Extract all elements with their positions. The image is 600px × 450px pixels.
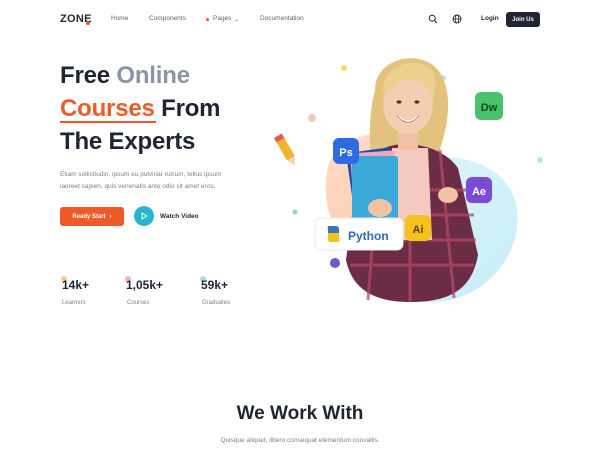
illustrator-badge: Ai <box>405 215 431 241</box>
ready-start-button[interactable]: Ready Start › <box>60 207 124 226</box>
hero-title-line-3: The Experts <box>60 128 196 155</box>
dreamweaver-badge: Dw <box>475 92 503 120</box>
decor-dot <box>341 65 347 71</box>
pencil-icon <box>274 133 295 166</box>
globe-icon[interactable] <box>452 14 462 24</box>
hero-title-word-online: Online <box>116 62 190 89</box>
play-icon <box>141 212 148 220</box>
stat-learners-label: Learners <box>62 300 86 306</box>
join-us-button[interactable]: Join Us <box>506 12 540 27</box>
stat-courses-value: 1,05k+ <box>126 278 164 292</box>
decor-dot <box>537 157 543 163</box>
svg-text:Dw: Dw <box>481 102 498 114</box>
decor-dot <box>308 114 316 122</box>
python-card: Python <box>314 217 404 251</box>
hero-title-word-from: From <box>161 95 221 122</box>
logo-dot <box>86 21 90 25</box>
decor-dot <box>330 258 340 268</box>
python-logo-icon <box>327 226 340 242</box>
decor-dot <box>292 209 298 215</box>
courses-underline <box>60 121 156 123</box>
photoshop-badge: Ps <box>333 138 359 164</box>
hero-illustration: Ps Dw Ae Ai Python <box>274 58 543 303</box>
hero-description-line-2: laoreet sapien, quis venenatis ante odio… <box>60 183 216 190</box>
hero-title-word-courses: Courses <box>60 95 155 122</box>
nav-link-home[interactable]: Home <box>111 15 128 22</box>
we-work-with-subtitle: Quisque aliquet, libero consequat elemen… <box>220 437 380 444</box>
hero-description-line-1: Etiam sollicitudin, ipsum eu pulvinar ru… <box>60 171 222 178</box>
we-work-with-heading: We Work With <box>236 403 364 424</box>
chevron-right-icon: › <box>109 213 112 220</box>
top-navbar: ZONE Home Components Pages ⌄ Documentati… <box>0 0 600 40</box>
pages-indicator-dot <box>206 18 209 21</box>
watch-video-link[interactable]: Watch Video <box>160 213 199 220</box>
hero-title-line-2: Courses From <box>60 95 221 123</box>
chevron-down-icon[interactable]: ⌄ <box>234 16 239 23</box>
stat-learners-value: 14k+ <box>62 278 90 292</box>
stat-courses-label: Courses <box>127 300 150 306</box>
play-video-button[interactable] <box>134 206 154 226</box>
svg-text:Ae: Ae <box>472 186 486 198</box>
svg-text:Ps: Ps <box>339 147 352 159</box>
svg-text:Ai: Ai <box>413 224 424 236</box>
login-link[interactable]: Login <box>481 15 499 22</box>
hero-description: Etiam sollicitudin, ipsum eu pulvinar ru… <box>60 169 260 193</box>
nav-link-components[interactable]: Components <box>149 15 186 22</box>
stat-graduates-label: Graduates <box>202 300 231 306</box>
search-icon[interactable] <box>428 14 438 24</box>
nav-link-documentation[interactable]: Documentation <box>260 15 304 22</box>
after-effects-badge: Ae <box>466 177 492 203</box>
ready-start-label: Ready Start <box>72 213 106 220</box>
svg-text:Python: Python <box>348 229 389 243</box>
hero-title-line-1: Free Online <box>60 62 190 90</box>
hero-title-word-free: Free <box>60 62 110 89</box>
nav-link-pages[interactable]: Pages <box>213 15 231 22</box>
stat-graduates-value: 59k+ <box>201 278 229 292</box>
